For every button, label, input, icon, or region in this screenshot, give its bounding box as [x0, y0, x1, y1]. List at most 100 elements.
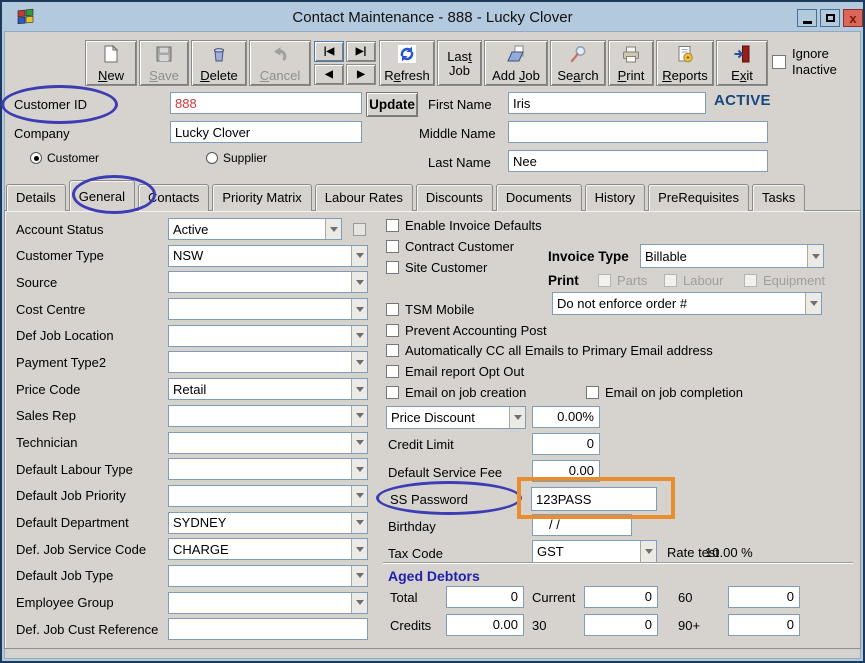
save-button[interactable]: Save — [139, 40, 189, 86]
employee-group-select[interactable] — [168, 592, 368, 614]
customer-radio[interactable]: Customer — [30, 151, 99, 165]
tab-documents[interactable]: Documents — [496, 184, 582, 211]
last-record-button[interactable]: ▶| — [346, 41, 376, 62]
auto-cc-emails-checkbox[interactable]: Automatically CC all Emails to Primary E… — [386, 344, 713, 358]
next-record-button[interactable]: ▶ — [346, 64, 376, 85]
supplier-radio[interactable]: Supplier — [206, 151, 267, 165]
tab-prerequisites[interactable]: PreRequisites — [648, 184, 749, 211]
tsm-mobile-checkbox[interactable]: TSM Mobile — [386, 303, 474, 317]
update-button[interactable]: Update — [366, 92, 418, 117]
last-job-button[interactable]: Last Job — [437, 40, 482, 86]
tax-code-select[interactable]: GST — [532, 540, 657, 563]
chevron-down-icon[interactable] — [351, 459, 367, 479]
chevron-down-icon[interactable] — [351, 486, 367, 506]
reports-button[interactable]: Reports — [656, 40, 714, 86]
cancel-button[interactable]: Cancel — [249, 40, 311, 86]
chevron-down-icon[interactable] — [351, 566, 367, 586]
def-job-location-label: Def Job Location — [16, 328, 168, 343]
new-button[interactable]: New — [85, 40, 137, 86]
email-on-job-completion-checkbox[interactable]: Email on job completion — [586, 386, 743, 400]
tab-history[interactable]: History — [585, 184, 645, 211]
order-enforcement-select[interactable]: Do not enforce order # — [552, 292, 822, 315]
add-job-button[interactable]: Add Job — [484, 40, 548, 86]
chevron-down-icon[interactable] — [351, 299, 367, 319]
tab-contacts[interactable]: Contacts — [138, 184, 209, 211]
technician-select[interactable] — [168, 432, 368, 454]
chevron-down-icon[interactable] — [351, 513, 367, 533]
first-name-input[interactable] — [508, 92, 706, 114]
refresh-button[interactable]: Refresh — [379, 40, 435, 86]
maximize-button[interactable] — [820, 9, 840, 27]
prevent-accounting-post-checkbox[interactable]: Prevent Accounting Post — [386, 324, 547, 338]
cost-centre-select[interactable] — [168, 298, 368, 320]
checkbox-icon — [386, 386, 399, 399]
chevron-down-icon[interactable] — [640, 541, 656, 562]
search-button[interactable]: Search — [550, 40, 606, 86]
first-record-button[interactable]: |◀ — [314, 41, 344, 62]
aged-30-label: 30 — [532, 618, 546, 634]
minimize-button[interactable] — [797, 9, 817, 27]
close-button[interactable]: x — [843, 9, 863, 27]
chevron-down-icon[interactable] — [807, 245, 823, 267]
print-parts-checkbox[interactable]: Parts — [598, 274, 647, 288]
middle-name-input[interactable] — [508, 121, 768, 143]
aged-60-value: 0 — [728, 586, 800, 608]
tab-discounts[interactable]: Discounts — [416, 184, 493, 211]
last-name-input[interactable] — [508, 150, 768, 172]
price-discount-value[interactable]: 0.00% — [532, 406, 600, 428]
chevron-down-icon[interactable] — [325, 219, 341, 239]
credit-limit-value[interactable]: 0 — [532, 433, 600, 455]
default-job-priority-select[interactable] — [168, 485, 368, 507]
left-field-column: Account StatusActive Customer TypeNSW So… — [16, 218, 368, 640]
default-department-select[interactable]: SYDNEY — [168, 512, 368, 534]
previous-record-button[interactable]: ◀ — [314, 64, 344, 85]
customer-type-select[interactable]: NSW — [168, 245, 368, 267]
invoice-type-select[interactable]: Billable — [640, 244, 824, 268]
chevron-down-icon[interactable] — [351, 593, 367, 613]
company-input[interactable] — [170, 121, 362, 143]
account-status-lock-checkbox[interactable] — [353, 223, 366, 236]
print-button[interactable]: Print — [608, 40, 654, 86]
default-job-type-select[interactable] — [168, 565, 368, 587]
email-report-opt-out-checkbox[interactable]: Email report Opt Out — [386, 365, 524, 379]
account-status-select[interactable]: Active — [168, 218, 342, 240]
default-service-fee-value[interactable]: 0.00 — [532, 460, 600, 482]
delete-button[interactable]: Delete — [191, 40, 247, 86]
ss-password-input[interactable] — [531, 487, 657, 511]
exit-button[interactable]: Exit — [716, 40, 768, 86]
default-department-label: Default Department — [16, 515, 168, 530]
chevron-down-icon[interactable] — [351, 379, 367, 399]
tab-general[interactable]: General — [69, 180, 135, 211]
chevron-down-icon[interactable] — [351, 326, 367, 346]
email-on-job-creation-checkbox[interactable]: Email on job creation — [386, 386, 526, 400]
chevron-down-icon[interactable] — [351, 272, 367, 292]
sales-rep-select[interactable] — [168, 405, 368, 427]
enable-invoice-defaults-checkbox[interactable]: Enable Invoice Defaults — [386, 219, 542, 233]
customer-id-input[interactable] — [170, 92, 362, 114]
birthday-input[interactable]: / / — [532, 514, 632, 536]
chevron-down-icon[interactable] — [351, 246, 367, 266]
tab-tasks[interactable]: Tasks — [752, 184, 805, 211]
payment-type2-select[interactable] — [168, 351, 368, 373]
chevron-down-icon[interactable] — [351, 406, 367, 426]
default-labour-type-select[interactable] — [168, 458, 368, 480]
chevron-down-icon[interactable] — [351, 539, 367, 559]
chevron-down-icon[interactable] — [509, 407, 525, 428]
print-labour-checkbox[interactable]: Labour — [664, 274, 723, 288]
tab-priority-matrix[interactable]: Priority Matrix — [212, 184, 311, 211]
def-job-service-code-select[interactable]: CHARGE — [168, 538, 368, 560]
price-discount-select[interactable]: Price Discount — [386, 406, 526, 429]
chevron-down-icon[interactable] — [351, 352, 367, 372]
price-code-select[interactable]: Retail — [168, 378, 368, 400]
contract-customer-checkbox[interactable]: Contract Customer — [386, 240, 514, 254]
def-job-cust-reference-input[interactable] — [168, 618, 368, 640]
chevron-down-icon[interactable] — [351, 433, 367, 453]
tab-details[interactable]: Details — [6, 184, 66, 211]
print-equipment-checkbox[interactable]: Equipment — [744, 274, 825, 288]
site-customer-checkbox[interactable]: Site Customer — [386, 261, 487, 275]
def-job-location-select[interactable] — [168, 325, 368, 347]
source-select[interactable] — [168, 271, 368, 293]
chevron-down-icon[interactable] — [805, 293, 821, 314]
ignore-inactive-checkbox[interactable]: IgnoreInactive — [772, 46, 837, 78]
tab-labour-rates[interactable]: Labour Rates — [315, 184, 413, 211]
